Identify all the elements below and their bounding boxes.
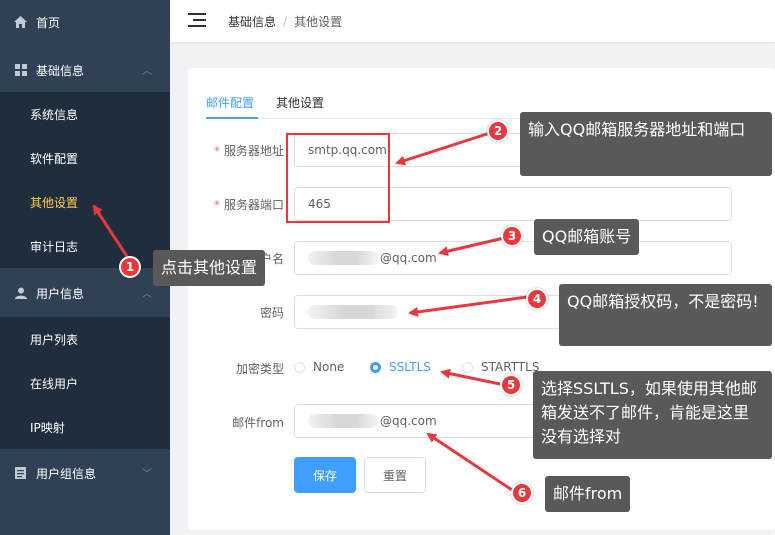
tab-mail-config[interactable]: 邮件配置 xyxy=(206,94,254,114)
grid-icon xyxy=(14,64,27,77)
sidebar-item-label: 首页 xyxy=(36,15,61,30)
sidebar-item-label: 其他设置 xyxy=(30,195,79,210)
home-icon xyxy=(14,16,27,29)
user-icon xyxy=(14,287,27,300)
breadcrumb: 基础信息 / 其他设置 xyxy=(228,13,342,30)
save-button[interactable]: 保存 xyxy=(294,457,356,493)
annotation-note-6: 邮件from xyxy=(545,476,631,512)
annotation-note-4: QQ邮箱授权码，不是密码! xyxy=(559,284,772,346)
required-mark: * xyxy=(213,198,220,212)
sidebar-item-label: 在线用户 xyxy=(30,376,79,391)
sidebar-item-software-config[interactable]: 软件配置 xyxy=(0,136,170,180)
annotation-note-3: QQ邮箱账号 xyxy=(534,219,640,255)
step-badge-4: 4 xyxy=(526,288,548,310)
sidebar-item-label: 用户列表 xyxy=(30,332,79,347)
password-label: 密码 xyxy=(259,306,284,320)
sidebar-item-label: 系统信息 xyxy=(30,107,79,122)
sidebar-item-system-info[interactable]: 系统信息 xyxy=(0,92,170,136)
sidebar: 首页 基础信息 ︿ 系统信息 软件配置 其他设置 审计日志 用户信息 ︿ 用户列… xyxy=(0,0,170,535)
required-mark: * xyxy=(213,144,220,158)
sidebar-item-label: 审计日志 xyxy=(30,239,79,254)
sidebar-item-label: 基础信息 xyxy=(36,63,85,78)
annotation-note-5: 选择SSLTLS，如果使用其他邮箱发送不了邮件，肯能是这里没有选择对 xyxy=(533,371,772,459)
sidebar-group-basic-info[interactable]: 基础信息 ︿ xyxy=(0,48,170,92)
step-badge-6: 6 xyxy=(511,482,533,504)
sidebar-item-home[interactable]: 首页 xyxy=(0,0,170,44)
highlight-box xyxy=(286,133,390,223)
document-icon xyxy=(14,467,27,480)
radio-circle xyxy=(370,361,381,373)
sidebar-item-label: 软件配置 xyxy=(30,151,79,166)
top-header: 基础信息 / 其他设置 xyxy=(170,0,775,42)
sidebar-item-ip-mapping[interactable]: IP映射 xyxy=(0,405,170,449)
annotation-note-1: 点击其他设置 xyxy=(153,250,266,286)
chevron-down-icon: ﹀ xyxy=(142,469,152,480)
breadcrumb-item[interactable]: 基础信息 xyxy=(228,15,276,29)
active-tab-indicator xyxy=(206,117,258,119)
server-address-label: * 服务器地址 xyxy=(213,144,284,158)
radio-ssltls[interactable]: SSLTLS xyxy=(370,360,431,374)
sidebar-group-user-info[interactable]: 用户信息 ︿ xyxy=(0,271,170,315)
sidebar-item-other-settings[interactable]: 其他设置 xyxy=(0,180,170,224)
sidebar-item-label: 用户组信息 xyxy=(36,466,97,481)
redacted-text xyxy=(308,414,378,428)
step-badge-5: 5 xyxy=(500,374,522,396)
breadcrumb-separator: / xyxy=(283,15,288,29)
step-badge-2: 2 xyxy=(487,120,509,142)
sidebar-item-user-list[interactable]: 用户列表 xyxy=(0,317,170,361)
mail-from-label: 邮件from xyxy=(232,416,284,430)
username-value: @qq.com xyxy=(380,251,437,265)
step-badge-3: 3 xyxy=(501,225,523,247)
sidebar-item-label: IP映射 xyxy=(30,420,65,435)
chevron-up-icon: ︿ xyxy=(142,66,152,77)
encryption-label: 加密类型 xyxy=(235,362,284,376)
sidebar-item-audit-log[interactable]: 审计日志 xyxy=(0,224,170,268)
radio-circle xyxy=(462,361,473,373)
redacted-text xyxy=(308,251,378,265)
radio-none[interactable]: None xyxy=(294,360,344,374)
server-port-label: * 服务器端口 xyxy=(213,198,284,212)
breadcrumb-current: 其他设置 xyxy=(294,15,343,29)
sidebar-item-online-users[interactable]: 在线用户 xyxy=(0,361,170,405)
reset-button[interactable]: 重置 xyxy=(364,457,426,493)
step-badge-1: 1 xyxy=(119,256,141,278)
annotation-note-2: 输入QQ邮箱服务器地址和端口 xyxy=(520,112,772,176)
tabs: 邮件配置 其他设置 xyxy=(206,94,346,114)
chevron-up-icon: ︿ xyxy=(142,289,152,300)
radio-circle xyxy=(294,361,305,373)
redacted-text xyxy=(308,305,398,319)
sidebar-group-user-group-info[interactable]: 用户组信息 ﹀ xyxy=(0,451,170,495)
radio-starttls[interactable]: STARTTLS xyxy=(462,360,539,374)
mail-from-value: @qq.com xyxy=(380,414,437,428)
tab-other-settings[interactable]: 其他设置 xyxy=(276,94,324,114)
menu-toggle-icon[interactable] xyxy=(188,13,206,27)
sidebar-item-label: 用户信息 xyxy=(36,286,85,301)
